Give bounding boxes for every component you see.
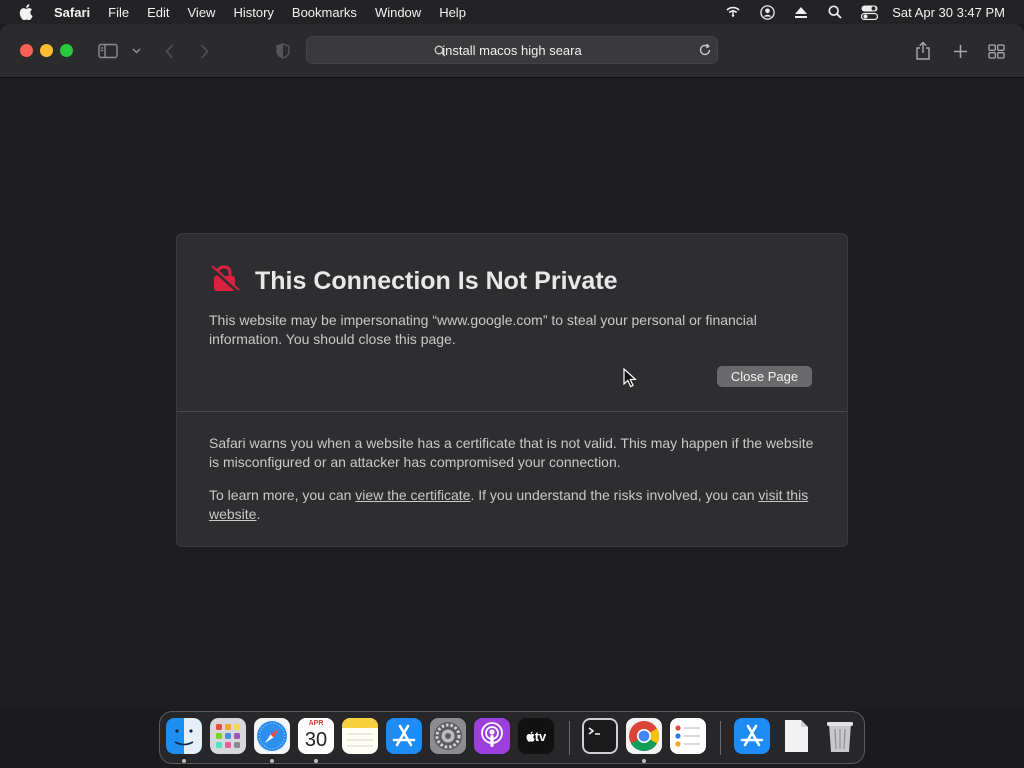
menubar-clock[interactable]: Sat Apr 30 3:47 PM xyxy=(886,5,1024,20)
learn-more-middle: . If you understand the risks involved, … xyxy=(470,487,759,503)
safari-toolbar: install macos high seara xyxy=(0,24,1024,78)
window-close-button[interactable] xyxy=(20,44,33,57)
calendar-month: APR xyxy=(298,718,334,729)
dock-podcasts-icon[interactable] xyxy=(474,718,510,754)
sidebar-toggle-icon[interactable] xyxy=(96,39,120,63)
tv-apple-logo-icon xyxy=(526,730,535,742)
dock: APR 30 tv xyxy=(159,711,865,764)
learn-more-text: To learn more, you can view the certific… xyxy=(209,486,819,524)
dock-app-store-icon[interactable] xyxy=(734,718,770,754)
address-text[interactable]: install macos high seara xyxy=(307,43,717,58)
window-minimize-button[interactable] xyxy=(40,44,53,57)
safari-window: install macos high seara This Connection… xyxy=(0,24,1024,709)
forward-icon[interactable] xyxy=(195,39,213,63)
dock-document-icon[interactable] xyxy=(778,718,814,754)
learn-more-suffix: . xyxy=(256,506,261,522)
warning-detail-text: Safari warns you when a website has a ce… xyxy=(209,435,814,470)
window-zoom-button[interactable] xyxy=(60,44,73,57)
dock-tv-icon[interactable]: tv xyxy=(518,718,554,754)
tab-group-chevron-icon[interactable] xyxy=(129,39,143,63)
reload-icon[interactable] xyxy=(698,43,712,62)
warning-card: This Connection Is Not Private This webs… xyxy=(176,233,848,547)
dock-running-indicator xyxy=(182,759,186,763)
new-tab-icon[interactable] xyxy=(950,39,970,63)
view-certificate-link[interactable]: view the certificate xyxy=(355,487,470,503)
user-icon[interactable] xyxy=(750,0,784,24)
warning-lead-text: This website may be impersonating “www.g… xyxy=(209,312,757,347)
back-icon[interactable] xyxy=(160,39,178,63)
privacy-shield-icon[interactable] xyxy=(274,39,292,63)
apple-menu-icon[interactable] xyxy=(0,4,52,20)
dock-launchpad-icon[interactable] xyxy=(210,718,246,754)
menu-bar: Safari File Edit View History Bookmarks … xyxy=(0,0,1024,24)
tab-overview-icon[interactable] xyxy=(986,39,1006,63)
dock-system-preferences-icon[interactable] xyxy=(430,718,466,754)
dock-app-store-icon[interactable] xyxy=(386,718,422,754)
dock-running-indicator xyxy=(314,759,318,763)
search-icon[interactable] xyxy=(818,0,852,24)
broken-lock-icon xyxy=(209,264,241,299)
menu-help[interactable]: Help xyxy=(430,5,475,20)
eject-icon[interactable] xyxy=(784,0,818,24)
tv-label: tv xyxy=(534,728,547,744)
dock-reminders-icon[interactable] xyxy=(670,718,706,754)
dock-notes-icon[interactable] xyxy=(342,718,378,754)
menu-history[interactable]: History xyxy=(224,5,282,20)
dock-trash-icon[interactable] xyxy=(822,718,858,754)
wifi-icon[interactable] xyxy=(716,0,750,24)
status-area: Sat Apr 30 3:47 PM xyxy=(716,0,1024,24)
menu-file[interactable]: File xyxy=(99,5,138,20)
menu-safari[interactable]: Safari xyxy=(52,5,99,20)
dock-safari-icon[interactable] xyxy=(254,718,290,754)
warning-title: This Connection Is Not Private xyxy=(255,267,618,295)
dock-separator xyxy=(720,721,721,755)
dock-running-indicator xyxy=(270,759,274,763)
dock-terminal-icon[interactable] xyxy=(582,718,618,754)
page-content: This Connection Is Not Private This webs… xyxy=(0,78,1024,709)
menu-window[interactable]: Window xyxy=(366,5,430,20)
dock-calendar-icon[interactable]: APR 30 xyxy=(298,718,334,754)
menu-view[interactable]: View xyxy=(179,5,225,20)
control-center-icon[interactable] xyxy=(852,0,886,24)
dock-running-indicator xyxy=(642,759,646,763)
dock-chrome-icon[interactable] xyxy=(626,718,662,754)
address-bar[interactable]: install macos high seara xyxy=(306,36,718,64)
learn-more-prefix: To learn more, you can xyxy=(209,487,356,503)
warning-title-row: This Connection Is Not Private xyxy=(209,264,618,299)
menu-edit[interactable]: Edit xyxy=(138,5,178,20)
mouse-cursor-icon xyxy=(623,367,637,393)
close-page-button[interactable]: Close Page xyxy=(717,366,812,387)
share-icon[interactable] xyxy=(913,39,933,63)
dock-finder-icon[interactable] xyxy=(166,718,202,754)
calendar-day: 30 xyxy=(304,729,328,751)
card-divider xyxy=(177,411,847,412)
menu-bookmarks[interactable]: Bookmarks xyxy=(283,5,366,20)
dock-separator xyxy=(569,721,570,755)
